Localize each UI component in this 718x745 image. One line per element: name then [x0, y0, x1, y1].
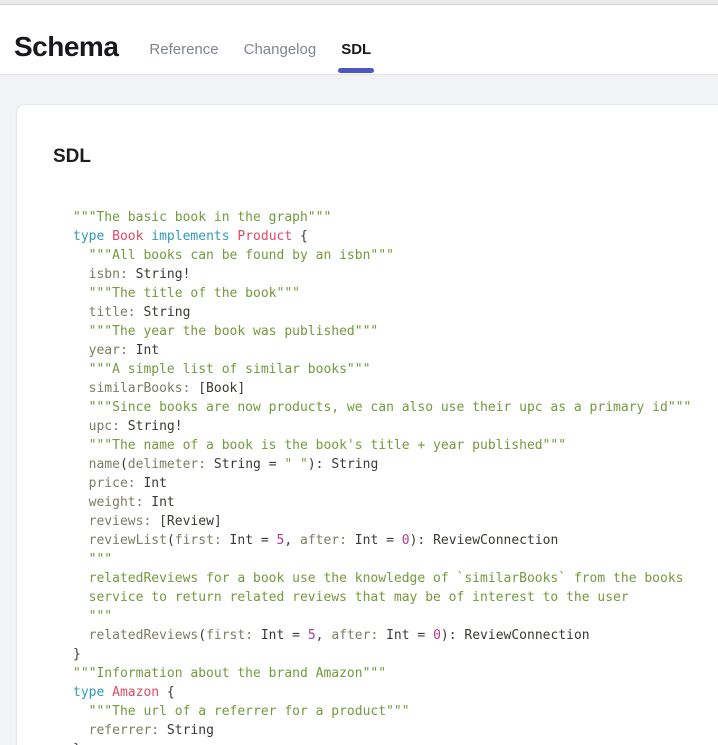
tab-sdl-label: SDL	[341, 41, 371, 58]
code-line: """A simple list of similar books"""	[73, 360, 718, 379]
code-line: """The url of a referrer for a product""…	[73, 702, 718, 721]
content-card: SDL """The basic book in the graph"""typ…	[16, 104, 718, 745]
code-line: reviewList(first: Int = 5, after: Int = …	[73, 531, 718, 550]
code-line: service to return related reviews that m…	[73, 588, 718, 607]
code-line: reviews: [Review]	[73, 512, 718, 531]
code-line: """Information about the brand Amazon"""	[73, 664, 718, 683]
code-line: relatedReviews(first: Int = 5, after: In…	[73, 626, 718, 645]
tab-reference-label: Reference	[149, 41, 218, 58]
code-line: name(delimeter: String = " "): String	[73, 455, 718, 474]
code-line: upc: String!	[73, 417, 718, 436]
page-title: Schema	[14, 31, 118, 63]
tab-changelog[interactable]: Changelog	[242, 41, 319, 74]
code-line: """The basic book in the graph"""	[73, 208, 718, 227]
code-line: isbn: String!	[73, 265, 718, 284]
code-line: weight: Int	[73, 493, 718, 512]
main-content: SDL """The basic book in the graph"""typ…	[0, 75, 718, 745]
code-line: type Amazon {	[73, 683, 718, 702]
code-line: }	[73, 645, 718, 664]
tab-reference[interactable]: Reference	[147, 41, 220, 74]
page-header: Schema Reference Changelog SDL	[0, 5, 718, 75]
tab-sdl[interactable]: SDL	[339, 41, 373, 74]
tab-changelog-label: Changelog	[244, 41, 317, 58]
code-line: year: Int	[73, 341, 718, 360]
code-line: relatedReviews for a book use the knowle…	[73, 569, 718, 588]
code-line: """The title of the book"""	[73, 284, 718, 303]
code-line: """	[73, 550, 718, 569]
card-heading: SDL	[53, 146, 718, 168]
code-line: price: Int	[73, 474, 718, 493]
code-line: similarBooks: [Book]	[73, 379, 718, 398]
code-line: """All books can be found by an isbn"""	[73, 246, 718, 265]
code-line: """Since books are now products, we can …	[73, 398, 718, 417]
code-line: """The year the book was published"""	[73, 322, 718, 341]
tab-bar: Reference Changelog SDL	[147, 41, 394, 74]
code-line: }	[73, 740, 718, 745]
code-line: """The name of a book is the book's titl…	[73, 436, 718, 455]
code-line: type Book implements Product {	[73, 227, 718, 246]
code-line: referrer: String	[73, 721, 718, 740]
sdl-code-block: """The basic book in the graph"""type Bo…	[73, 208, 718, 745]
active-tab-indicator	[338, 68, 374, 73]
code-line: """	[73, 607, 718, 626]
code-line: title: String	[73, 303, 718, 322]
